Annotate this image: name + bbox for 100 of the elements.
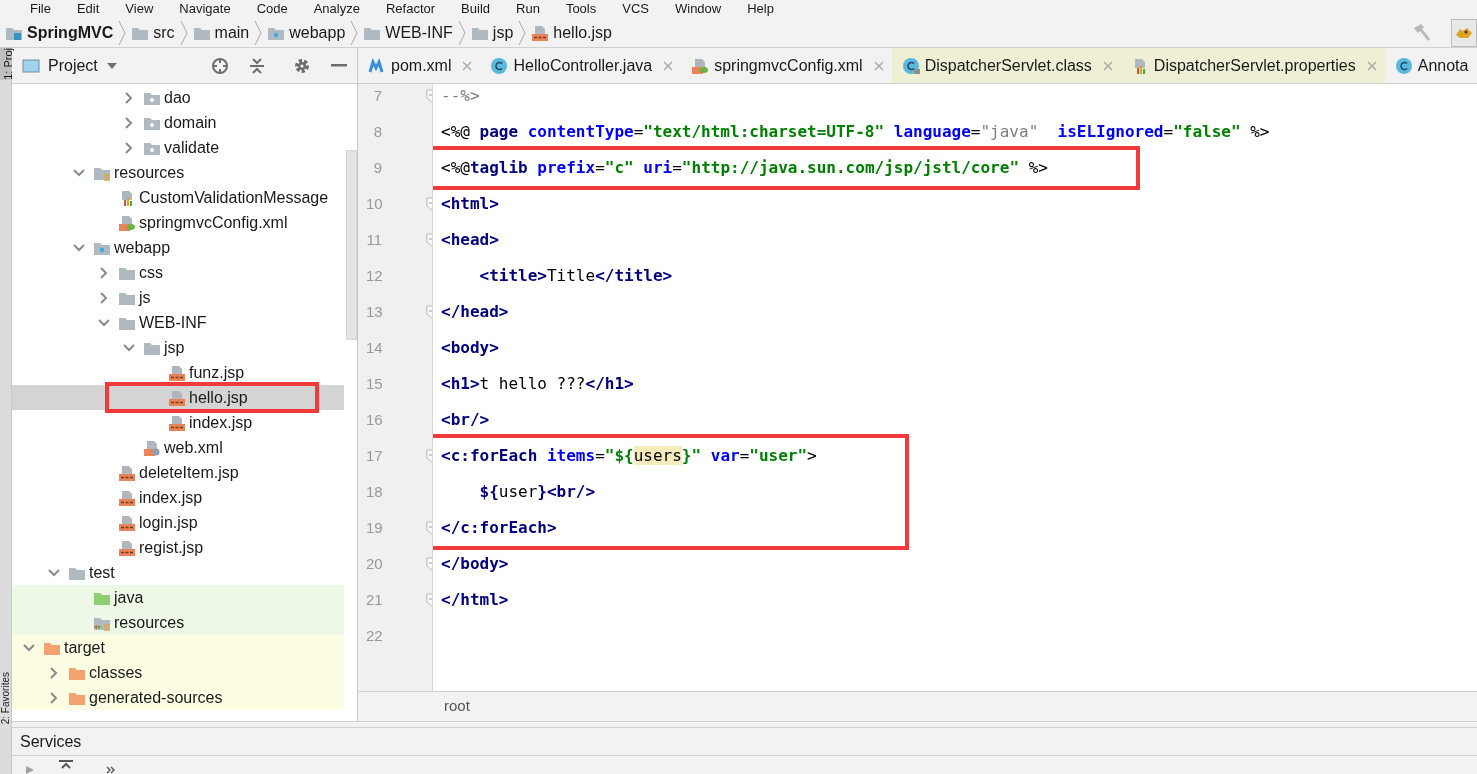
menu-item[interactable]: Refactor: [385, 0, 436, 18]
tree-item[interactable]: webapp: [12, 235, 344, 260]
menu-item[interactable]: File: [30, 0, 51, 18]
menu-item[interactable]: Window: [674, 0, 722, 18]
menu-item[interactable]: Navigate: [179, 0, 231, 18]
separator-icon: [518, 19, 527, 46]
editor-tab[interactable]: HelloController.java: [480, 48, 682, 83]
class-icon: [1394, 56, 1413, 75]
tree-item[interactable]: java: [12, 585, 344, 610]
more-icon[interactable]: [106, 766, 116, 774]
jsp-file-icon: [531, 24, 550, 41]
breadcrumb[interactable]: src: [128, 20, 178, 45]
locate-icon[interactable]: [211, 56, 229, 75]
scrollbar-thumb[interactable]: [346, 150, 357, 340]
line-number: 9: [372, 157, 382, 178]
menu-item[interactable]: Edit: [76, 0, 100, 18]
menu-item[interactable]: VCS: [622, 0, 649, 18]
tree-item[interactable]: generated-sources: [12, 685, 344, 710]
tag-breadcrumb[interactable]: root: [444, 695, 470, 718]
close-icon[interactable]: [1102, 60, 1113, 71]
code-line: </c:forEach>: [441, 518, 557, 538]
line-number: 13: [366, 301, 382, 322]
minimize-icon[interactable]: [331, 63, 347, 68]
tree-item[interactable]: target: [12, 635, 344, 660]
tree-item[interactable]: web.xml: [12, 435, 344, 460]
jsp-file-icon: [168, 389, 186, 406]
editor-tab[interactable]: DispatcherServlet.class: [891, 48, 1121, 83]
breadcrumb[interactable]: jsp: [467, 20, 517, 45]
panel-title[interactable]: Project: [48, 53, 98, 78]
tree-item[interactable]: resources: [12, 610, 344, 635]
line-number: 15: [366, 373, 382, 394]
close-icon[interactable]: [663, 60, 674, 71]
tree-item[interactable]: CustomValidationMessage: [12, 185, 344, 210]
services-title: Services: [20, 731, 82, 752]
menu-item[interactable]: Tools: [565, 0, 597, 18]
close-icon[interactable]: [873, 60, 884, 71]
menu-item[interactable]: View: [125, 0, 154, 18]
tree-item[interactable]: WEB-INF: [12, 310, 344, 335]
editor-tab[interactable]: springmvcConfig.xml: [681, 48, 892, 83]
xml-file-icon: [691, 57, 710, 74]
separator-icon: [118, 19, 127, 46]
locked-class-icon: [901, 56, 920, 75]
breadcrumb[interactable]: WEB-INF: [360, 20, 456, 45]
tree-item[interactable]: deleteItem.jsp: [12, 460, 344, 485]
tree-item[interactable]: hello.jsp: [12, 385, 344, 410]
line-number: 21: [366, 589, 382, 610]
tree-item[interactable]: validate: [12, 135, 344, 160]
code-line: <head>: [441, 230, 499, 250]
tree-item[interactable]: resources: [12, 160, 344, 185]
tree-item[interactable]: test: [12, 560, 344, 585]
tree-item[interactable]: login.jsp: [12, 510, 344, 535]
tree-item[interactable]: regist.jsp: [12, 535, 344, 560]
tree-item[interactable]: js: [12, 285, 344, 310]
settings-icon[interactable]: [293, 56, 311, 75]
favorites-tool-tab[interactable]: 2: Favorites: [0, 671, 12, 724]
breadcrumb[interactable]: SpringMVC: [2, 20, 117, 45]
line-number: 19: [366, 517, 382, 538]
menu-item[interactable]: Analyze: [313, 0, 360, 18]
code-line: <h1>t hello ???</h1>: [441, 374, 634, 394]
class-icon: [490, 56, 509, 75]
play-icon[interactable]: [24, 764, 36, 774]
close-icon[interactable]: [1366, 60, 1377, 71]
tree-item[interactable]: css: [12, 260, 344, 285]
hammer-icon[interactable]: [1411, 21, 1433, 44]
jsp-file-icon: [168, 364, 186, 381]
code-line: </head>: [441, 302, 509, 322]
menu-item[interactable]: Code: [256, 0, 288, 18]
separator-icon: [179, 19, 188, 46]
line-number: 8: [372, 121, 382, 142]
close-icon[interactable]: [462, 60, 473, 71]
tree-item[interactable]: jsp: [12, 335, 344, 360]
tree-item[interactable]: classes: [12, 660, 344, 685]
breadcrumb[interactable]: main: [189, 20, 253, 45]
breadcrumb[interactable]: webapp: [264, 20, 349, 45]
tree-item[interactable]: index.jsp: [12, 410, 344, 435]
menu-item[interactable]: Build: [461, 0, 490, 18]
tree-item[interactable]: dao: [12, 85, 344, 110]
menu-item[interactable]: Run: [516, 0, 540, 18]
collapse-all-icon[interactable]: [58, 760, 74, 770]
tree-item[interactable]: funz.jsp: [12, 360, 344, 385]
tomcat-button[interactable]: [1451, 18, 1477, 47]
code-line: <br/>: [441, 410, 490, 430]
collapse-icon[interactable]: [249, 56, 265, 75]
code-line: --%>: [441, 86, 480, 106]
breadcrumb[interactable]: hello.jsp: [528, 20, 615, 45]
tree-item[interactable]: springmvcConfig.xml: [12, 210, 344, 235]
code-line: ${user}<br/>: [478, 482, 596, 502]
separator-icon: [254, 19, 263, 46]
editor-tab[interactable]: pom.xml: [358, 48, 481, 83]
menu-item[interactable]: Help: [747, 0, 774, 18]
line-number: 14: [366, 337, 382, 358]
tree-item[interactable]: domain: [12, 110, 344, 135]
xml-file-icon: [118, 214, 136, 231]
line-number: 22: [366, 625, 382, 646]
panel-icon: [22, 57, 40, 74]
dropdown-icon[interactable]: [105, 61, 118, 70]
tree-item[interactable]: index.jsp: [12, 485, 344, 510]
editor-tab[interactable]: Annota: [1384, 48, 1477, 83]
code-line: <c:forEach items="${users}" var="user">: [441, 446, 817, 466]
editor-tab[interactable]: DispatcherServlet.properties: [1120, 48, 1385, 83]
